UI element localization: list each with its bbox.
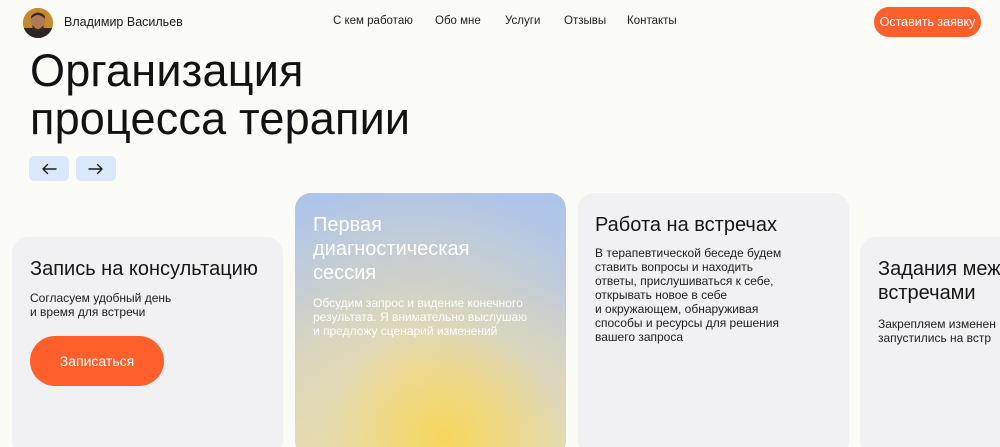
avatar-photo xyxy=(23,8,53,38)
arrow-right-icon xyxy=(88,163,103,174)
card-text-line: запустились на встр xyxy=(878,331,992,345)
card-text-line: и окружающем, обнаруживая xyxy=(595,302,759,316)
nav-link-clients[interactable]: С кем работаю xyxy=(333,15,413,27)
nav-link-contacts[interactable]: Контакты xyxy=(627,15,677,27)
avatar[interactable] xyxy=(23,8,53,38)
card-title-line: Первая xyxy=(313,214,382,236)
card-text-line: открывать новое в себе xyxy=(595,288,728,302)
step-card-sessions: Работа на встречах В терапевтической бес… xyxy=(578,193,849,447)
card-title: Задания меж встречами xyxy=(878,257,1000,305)
page-title: Организация процесса терапии xyxy=(30,47,410,143)
page-title-line: процесса терапии xyxy=(30,93,411,144)
page-title-line: Организация xyxy=(30,45,304,96)
card-text-line: и предложу сценарий изменений xyxy=(313,324,498,338)
nav-link-services[interactable]: Услуги xyxy=(505,15,540,27)
card-title: Запись на консультацию xyxy=(30,257,258,281)
book-button[interactable]: Записаться xyxy=(30,336,164,386)
card-title: Первая диагностическая сессия xyxy=(313,213,469,285)
card-text-line: способы и ресурсы для решения xyxy=(595,316,780,330)
card-text: Обсудим запрос и видение конечного резул… xyxy=(313,296,527,338)
card-text-line: Согласуем удобный день xyxy=(30,291,172,305)
card-text: В терапевтической беседе будем ставить в… xyxy=(595,246,781,344)
card-text: Согласуем удобный день и время для встре… xyxy=(30,291,171,319)
card-title: Работа на встречах xyxy=(595,213,777,237)
card-title-line: диагностическая xyxy=(313,238,470,260)
card-text-line: В терапевтической беседе будем xyxy=(595,246,782,260)
next-slide-button[interactable] xyxy=(76,156,116,181)
owner-name[interactable]: Владимир Васильев xyxy=(64,15,183,29)
card-text-line: Обсудим запрос и видение конечного xyxy=(313,296,523,310)
card-text-line: результата. Я внимательно выслушаю xyxy=(313,310,528,324)
site-header: Владимир Васильев С кем работаю Обо мне … xyxy=(0,0,1000,44)
step-card-booking: Запись на консультацию Согласуем удобный… xyxy=(12,237,283,447)
card-title-line: сессия xyxy=(313,262,377,284)
card-text-line: ответы, прислушиваться к себе, xyxy=(595,274,774,288)
leave-request-button[interactable]: Оставить заявку xyxy=(874,7,981,37)
card-text-line: вашего запроса xyxy=(595,330,684,344)
arrow-left-icon xyxy=(42,163,57,174)
card-text-line: Закрепляем изменен xyxy=(878,317,996,331)
card-title-line: Запись на консультацию xyxy=(30,258,258,280)
nav-link-reviews[interactable]: Отзывы xyxy=(564,15,606,27)
card-text-line: ставить вопросы и находить xyxy=(595,260,753,274)
card-title-line: Работа на встречах xyxy=(595,214,777,236)
card-text-line: и время для встречи xyxy=(30,305,146,319)
step-card-diagnostic: Первая диагностическая сессия Обсудим за… xyxy=(295,193,566,447)
card-title-line: встречами xyxy=(878,282,976,304)
card-title-line: Задания меж xyxy=(878,258,1000,280)
step-card-homework: Задания меж встречами Закрепляем изменен… xyxy=(860,237,1000,447)
prev-slide-button[interactable] xyxy=(29,156,69,181)
card-text: Закрепляем изменен запустились на встр xyxy=(878,317,996,345)
nav-link-about[interactable]: Обо мне xyxy=(435,15,481,27)
